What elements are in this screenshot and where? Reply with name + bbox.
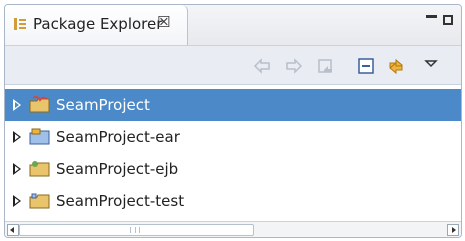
expand-icon[interactable] (13, 99, 21, 111)
scroll-right-icon[interactable] (447, 224, 459, 236)
tree-item-seamproject-test[interactable]: SeamProject-test (5, 185, 461, 217)
package-explorer-icon (14, 18, 26, 30)
expand-icon[interactable] (13, 131, 21, 143)
up-icon[interactable] (315, 55, 337, 77)
scroll-left-icon[interactable] (7, 224, 19, 236)
tree-item-label: SeamProject-test (56, 192, 185, 210)
back-icon[interactable] (251, 55, 273, 77)
view-toolbar (5, 45, 461, 85)
tree-item-seamproject-ear[interactable]: SeamProject-ear (5, 121, 461, 153)
tree-item-label: SeamProject-ejb (56, 160, 179, 178)
minimize-icon[interactable] (426, 14, 437, 18)
ejb-project-icon (29, 161, 50, 177)
maximize-icon[interactable] (443, 15, 453, 25)
link-with-editor-icon[interactable] (385, 55, 407, 77)
collapse-all-icon[interactable] (355, 55, 377, 77)
project-tree: SeamProject SeamProject-ear SeamProject-… (5, 85, 461, 221)
close-icon[interactable]: ☒ (157, 13, 170, 31)
tab-title: Package Explorer (33, 15, 163, 33)
ear-project-icon (29, 128, 50, 145)
tree-item-seamproject-ejb[interactable]: SeamProject-ejb (5, 153, 461, 185)
tree-item-label: SeamProject (56, 96, 150, 114)
tab-package-explorer[interactable]: Package Explorer ☒ (5, 5, 188, 45)
view-titlebar: Package Explorer ☒ (5, 5, 461, 45)
scroll-grip-icon (130, 227, 140, 233)
tree-item-label: SeamProject-ear (56, 128, 180, 146)
package-explorer-view: Package Explorer ☒ SeamProject SeamProje… (4, 4, 462, 238)
horizontal-scrollbar[interactable] (5, 221, 461, 237)
view-window-controls (426, 14, 453, 25)
scroll-thumb[interactable] (19, 224, 254, 236)
expand-icon[interactable] (13, 163, 21, 175)
seam-project-icon (29, 96, 50, 113)
expand-icon[interactable] (13, 195, 21, 207)
forward-icon[interactable] (283, 55, 305, 77)
tree-item-seamproject[interactable]: SeamProject (5, 89, 461, 121)
view-menu-icon[interactable] (423, 56, 439, 72)
test-project-icon (29, 193, 50, 209)
